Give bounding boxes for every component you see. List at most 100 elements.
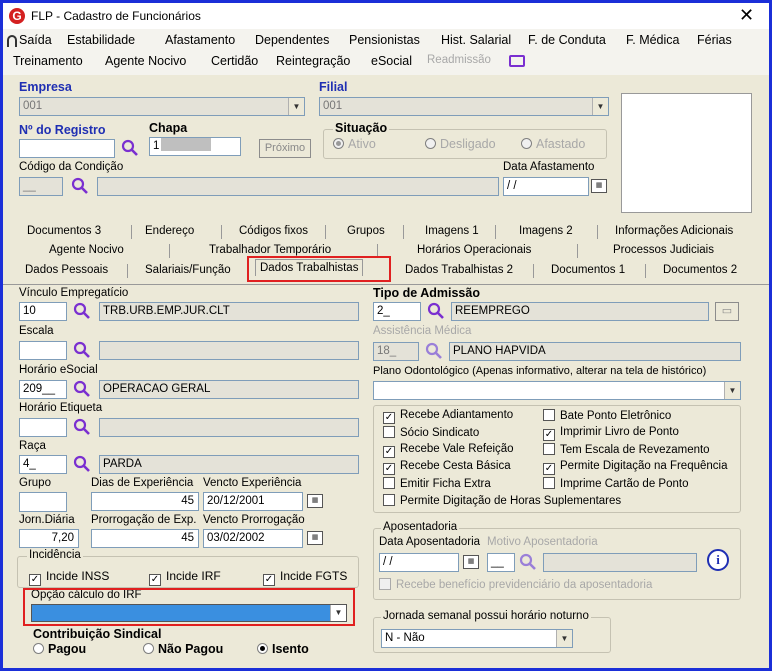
search-icon[interactable] (73, 380, 91, 398)
tab-imagens-1[interactable]: Imagens 1 (425, 225, 479, 237)
folder-icon[interactable]: ▭ (715, 302, 739, 321)
raca-label: Raça (19, 440, 46, 452)
search-icon[interactable] (71, 177, 89, 195)
calendar-icon[interactable]: ▦ (591, 179, 607, 193)
search-icon[interactable] (121, 139, 139, 157)
menu-pensionistas[interactable]: Pensionistas (349, 33, 420, 47)
tab-documentos-1[interactable]: Documentos 1 (551, 264, 625, 276)
tab-horarios-operacionais[interactable]: Horários Operacionais (417, 244, 531, 256)
menu-esocial[interactable]: eSocial (371, 54, 412, 68)
tab-endereco[interactable]: Endereço (145, 225, 194, 237)
tipo-admissao-desc: REEMPREGO (451, 302, 709, 321)
situacao-desligado: Desligado (425, 137, 496, 151)
contribuicao-nao-pagou[interactable]: Não Pagou (143, 642, 223, 656)
menu-ferias[interactable]: Férias (697, 33, 732, 47)
horas-suplementares-checkbox[interactable]: Permite Digitação de Horas Suplementares (383, 494, 621, 511)
motivo-aposentadoria-label: Motivo Aposentadoria (487, 536, 598, 548)
menu-bar: Saída Estabilidade Afastamento Dependent… (3, 29, 769, 75)
menu-certidao[interactable]: Certidão (211, 54, 258, 68)
cartao-ponto-checkbox[interactable]: Imprime Cartão de Ponto (543, 477, 727, 494)
plano-odonto-label: Plano Odontológico (Apenas informativo, … (373, 365, 707, 377)
vencto-prorrogacao-input[interactable]: 03/02/2002 (203, 529, 303, 548)
motivo-aposentadoria-desc (543, 553, 697, 572)
data-afastamento-input[interactable]: / / (503, 177, 589, 196)
calendar-icon[interactable]: ▦ (463, 555, 479, 569)
incide-fgts-checkbox[interactable]: ✓ Incide FGTS (263, 569, 347, 586)
tab-informacoes-adicionais[interactable]: Informações Adicionais (615, 225, 733, 237)
codigo-condicao-input[interactable]: __ (19, 177, 63, 196)
menu-saida[interactable]: Saída (19, 33, 52, 47)
data-aposentadoria-input[interactable]: / / (379, 553, 459, 572)
tab-agente-nocivo[interactable]: Agente Nocivo (49, 244, 124, 256)
tab-processos-judiciais[interactable]: Processos Judiciais (613, 244, 714, 256)
tab-grupos[interactable]: Grupos (347, 225, 385, 237)
search-icon[interactable] (427, 302, 445, 320)
menu-treinamento[interactable]: Treinamento (13, 54, 83, 68)
incidencia-label: Incidência (27, 549, 83, 561)
tab-trabalhador-temporario[interactable]: Trabalhador Temporário (209, 244, 331, 256)
menu-hist-salarial[interactable]: Hist. Salarial (441, 33, 511, 47)
search-icon[interactable] (73, 455, 91, 473)
jorn-diaria-input[interactable]: 7,20 (19, 529, 79, 548)
horario-etiqueta-code-input[interactable] (19, 418, 67, 437)
search-icon[interactable] (73, 341, 91, 359)
empresa-select[interactable]: 001 ▼ (19, 97, 305, 116)
livro-ponto-checkbox[interactable]: ✓ Imprimir Livro de Ponto (543, 426, 727, 443)
digitacao-frequencia-checkbox[interactable]: ✓ Permite Digitação na Frequência (543, 460, 727, 477)
grupo-input[interactable] (19, 492, 67, 512)
search-icon[interactable] (73, 418, 91, 436)
photo-frame (621, 93, 752, 213)
contribuicao-isento[interactable]: Isento (257, 642, 309, 656)
escala-code-input[interactable] (19, 341, 67, 360)
tab-codigos-fixos[interactable]: Códigos fixos (239, 225, 308, 237)
dias-experiencia-input[interactable]: 45 (91, 492, 199, 511)
search-icon[interactable] (73, 302, 91, 320)
contribuicao-pagou[interactable]: Pagou (33, 642, 86, 656)
calendar-icon[interactable]: ▦ (307, 494, 323, 508)
tab-dados-trabalhistas-2[interactable]: Dados Trabalhistas 2 (405, 264, 513, 276)
vencto-prorrogacao-label: Vencto Prorrogação (203, 514, 305, 526)
prorrogacao-input[interactable]: 45 (91, 529, 199, 548)
chat-icon[interactable] (509, 55, 525, 67)
escala-desc (99, 341, 359, 360)
menu-agente-nocivo[interactable]: Agente Nocivo (105, 54, 186, 68)
info-icon[interactable]: i (707, 549, 729, 571)
escala-revezamento-checkbox[interactable]: Tem Escala de Revezamento (543, 443, 727, 460)
motivo-aposentadoria-input[interactable]: __ (487, 553, 515, 572)
menu-afastamento[interactable]: Afastamento (165, 33, 235, 47)
chevron-down-icon: ▼ (288, 98, 304, 115)
menu-f-medica[interactable]: F. Médica (626, 33, 680, 47)
menu-f-conduta[interactable]: F. de Conduta (528, 33, 606, 47)
chapa-input[interactable]: 1 (149, 137, 241, 156)
horario-esocial-code-input[interactable]: 209__ (19, 380, 67, 399)
vinculo-code-input[interactable]: 10 (19, 302, 67, 321)
aposentadoria-label: Aposentadoria (381, 521, 460, 533)
checks-right: Bate Ponto Eletrônico ✓ Imprimir Livro de… (543, 409, 727, 494)
search-icon (519, 553, 536, 570)
plano-odonto-select[interactable]: ▼ (373, 381, 741, 400)
menu-reintegracao[interactable]: Reintegração (276, 54, 350, 68)
menu-estabilidade[interactable]: Estabilidade (67, 33, 135, 47)
tab-imagens-2[interactable]: Imagens 2 (519, 225, 573, 237)
bate-ponto-checkbox[interactable]: Bate Ponto Eletrônico (543, 409, 727, 426)
filial-select[interactable]: 001 ▼ (319, 97, 609, 116)
tab-dados-pessoais[interactable]: Dados Pessoais (25, 264, 108, 276)
grupo-label: Grupo (19, 477, 51, 489)
close-icon[interactable]: ✕ (739, 5, 754, 25)
vencto-experiencia-input[interactable]: 20/12/2001 (203, 492, 303, 511)
menu-dependentes[interactable]: Dependentes (255, 33, 329, 47)
proximo-button[interactable]: Próximo (259, 139, 311, 158)
calendar-icon[interactable]: ▦ (307, 531, 323, 545)
codigo-condicao-label: Código da Condição (19, 161, 124, 173)
horario-esocial-label: Horário eSocial (19, 364, 98, 376)
jornada-label: Jornada semanal possui horário noturno (381, 610, 591, 622)
raca-code-input[interactable]: 4_ (19, 455, 67, 474)
jornada-select[interactable]: N - Não ▼ (381, 629, 573, 648)
tipo-admissao-code-input[interactable]: 2_ (373, 302, 421, 321)
tab-salariais-funcao[interactable]: Salariais/Função (145, 264, 231, 276)
registro-input[interactable] (19, 139, 115, 158)
tab-documentos-3[interactable]: Documentos 3 (27, 225, 101, 237)
tab-documentos-2[interactable]: Documentos 2 (663, 264, 737, 276)
incide-irf-checkbox[interactable]: ✓ Incide IRF (149, 569, 221, 586)
incide-inss-checkbox[interactable]: ✓ Incide INSS (29, 569, 109, 586)
